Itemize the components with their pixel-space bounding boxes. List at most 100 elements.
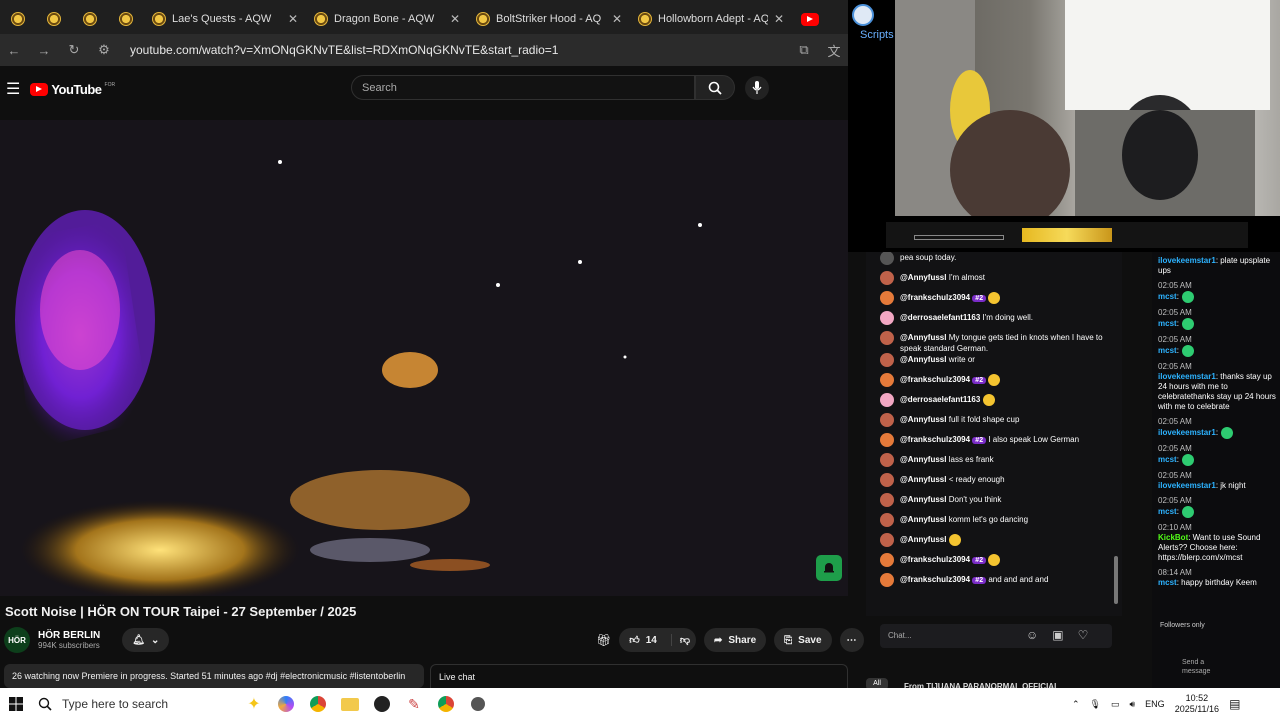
emote-icon — [982, 394, 995, 406]
pinned-tab[interactable] — [0, 4, 36, 34]
chat-username[interactable]: @Annyfussl — [900, 415, 946, 424]
close-tab-icon[interactable]: ✕ — [450, 12, 460, 26]
channel-avatar[interactable]: HÖR — [4, 627, 30, 653]
emote-icon — [948, 534, 961, 546]
chat-username[interactable]: @Annyfussl — [900, 475, 946, 484]
close-tab-icon[interactable]: ✕ — [288, 12, 298, 26]
browser-tab[interactable]: Dragon Bone - AQW ✕ — [306, 4, 468, 34]
chat-message: @Annyfussl < ready enough — [866, 473, 1122, 494]
browser-tab[interactable]: Hollowborn Adept - AQ ✕ — [630, 4, 792, 34]
forward-icon[interactable]: → — [36, 43, 52, 58]
close-tab-icon[interactable]: ✕ — [612, 12, 622, 26]
file-explorer-icon[interactable] — [334, 688, 366, 720]
side-chat-username[interactable]: mcst — [1158, 578, 1177, 587]
channel-name[interactable]: HÖR BERLIN — [38, 630, 100, 641]
side-chat-username[interactable]: KickBot — [1158, 533, 1188, 542]
more-actions-button[interactable]: ⋯ — [839, 628, 864, 652]
youtube-logo[interactable]: YouTube FOR — [30, 82, 115, 97]
close-tab-icon[interactable]: ✕ — [774, 12, 784, 26]
video-player[interactable] — [0, 120, 848, 596]
search-input[interactable]: Search — [351, 75, 695, 100]
voice-search-button[interactable] — [745, 76, 769, 100]
site-info-icon[interactable]: ⚙ — [96, 42, 112, 58]
chat-message: @Annyfussl I'm almost — [866, 271, 1122, 292]
aqw-favicon-icon — [47, 12, 61, 26]
volume-icon[interactable]: 🔊︎ — [1130, 699, 1136, 710]
side-chat-username[interactable]: mcst — [1158, 455, 1177, 464]
share-button[interactable]: ➦ Share — [703, 628, 767, 652]
game-launcher-icon[interactable] — [462, 688, 494, 720]
chat-text: full it fold shape cup — [948, 415, 1020, 424]
chat-username[interactable]: @frankschulz3094 — [900, 293, 970, 302]
notification-icon[interactable]: ▤ — [1229, 697, 1240, 711]
network-icon[interactable]: ▭ — [1111, 699, 1120, 710]
back-icon[interactable]: ← — [6, 43, 22, 58]
chevron-up-icon[interactable]: ⌃ — [1072, 699, 1080, 710]
microphone-icon[interactable]: 🎙︎ — [1090, 699, 1101, 710]
taskbar-search[interactable]: Type here to search — [32, 697, 192, 711]
chat-username[interactable]: @Annyfussl — [900, 515, 946, 524]
chat-username[interactable]: @frankschulz3094 — [900, 375, 970, 384]
menu-icon[interactable]: ☰ — [6, 79, 20, 99]
description-box[interactable]: 26 watching now Premiere in progress. St… — [4, 664, 424, 688]
side-chat-username[interactable]: mcst — [1158, 319, 1177, 328]
like-button[interactable]: 👍︎ 14 👎︎ — [619, 628, 696, 652]
chat-avatar — [880, 413, 894, 427]
chrome-profile-icon[interactable] — [430, 688, 462, 720]
chat-scrollbar[interactable] — [1114, 556, 1118, 604]
notification-bell-button[interactable] — [816, 555, 842, 581]
side-chat-username[interactable]: mcst — [1158, 292, 1177, 301]
chat-username[interactable]: @Annyfussl — [900, 355, 946, 364]
language-indicator[interactable]: ENG — [1145, 699, 1165, 709]
side-chat-username[interactable]: ilovekeemstar1 — [1158, 481, 1216, 490]
chat-username[interactable]: @Annyfussl — [900, 455, 946, 464]
install-app-icon[interactable]: ⧉ — [796, 42, 812, 58]
obs-icon[interactable] — [366, 688, 398, 720]
chat-username[interactable]: @Annyfussl — [900, 333, 946, 342]
start-button[interactable] — [0, 688, 32, 720]
chat-message-body: @Annyfussl I'm almost — [900, 272, 985, 283]
chat-username[interactable]: @Annyfussl — [900, 535, 946, 544]
browser-tab[interactable]: Lae's Quests - AQW ✕ — [144, 4, 306, 34]
side-chat-username[interactable]: mcst — [1158, 507, 1177, 516]
chat-username[interactable]: @frankschulz3094 — [900, 435, 970, 444]
pinned-tab[interactable] — [72, 4, 108, 34]
emoji-icon[interactable]: ☺ — [1026, 628, 1038, 642]
chat-username[interactable]: @derrosaelefant1163 — [900, 313, 980, 322]
side-chat-username[interactable]: mcst — [1158, 346, 1177, 355]
side-chat-message: 02:05 AM mcst: — [1158, 308, 1276, 330]
reload-icon[interactable]: ↻ — [66, 42, 82, 58]
side-chat-username[interactable]: ilovekeemstar1 — [1158, 372, 1216, 381]
browser-tab[interactable]: BoltStriker Hood - AQ ✕ — [468, 4, 630, 34]
clock[interactable]: 10:52 2025/11/16 — [1175, 693, 1219, 715]
chat-username[interactable]: @derrosaelefant1163 — [900, 395, 980, 404]
youtube-tab[interactable] — [792, 4, 828, 34]
chat-avatar — [880, 291, 894, 305]
chat-message-body: @frankschulz3094 #2 — [900, 292, 1001, 304]
heart-icon[interactable]: ♡ — [1078, 628, 1089, 642]
paint-icon[interactable]: ✎ — [398, 688, 430, 720]
copilot-icon[interactable] — [270, 688, 302, 720]
chat-username[interactable]: @Annyfussl — [900, 495, 946, 504]
chrome-icon[interactable] — [302, 688, 334, 720]
url-field[interactable]: youtube.com/watch?v=XmONqGKNvTE&list=RDX… — [126, 43, 782, 57]
save-button[interactable]: ⎘ Save — [774, 628, 832, 652]
search-button[interactable] — [695, 75, 735, 100]
gift-icon[interactable]: 🎁︎ — [596, 633, 611, 647]
chat-text: I also speak Low German — [988, 435, 1080, 444]
chat-text: pea soup today. — [900, 253, 957, 262]
chat-username[interactable]: @frankschulz3094 — [900, 575, 970, 584]
translate-icon[interactable]: 文 — [826, 41, 842, 60]
pinned-tab[interactable] — [36, 4, 72, 34]
side-chat-username[interactable]: ilovekeemstar1 — [1158, 256, 1216, 265]
side-chat-username[interactable]: ilovekeemstar1 — [1158, 428, 1216, 437]
sparkle-app-icon[interactable]: ✦ — [238, 688, 270, 720]
chat-username[interactable]: @Annyfussl — [900, 273, 946, 282]
clock-time: 10:52 — [1185, 693, 1209, 703]
chat-username[interactable]: @frankschulz3094 — [900, 555, 970, 564]
chat-avatar — [880, 453, 894, 467]
dislike-icon[interactable]: 👎︎ — [670, 634, 690, 646]
subscribed-button[interactable]: 🔔︎ ⌄ — [122, 628, 170, 652]
pinned-tab[interactable] — [108, 4, 144, 34]
card-icon[interactable]: ▣ — [1052, 628, 1063, 642]
